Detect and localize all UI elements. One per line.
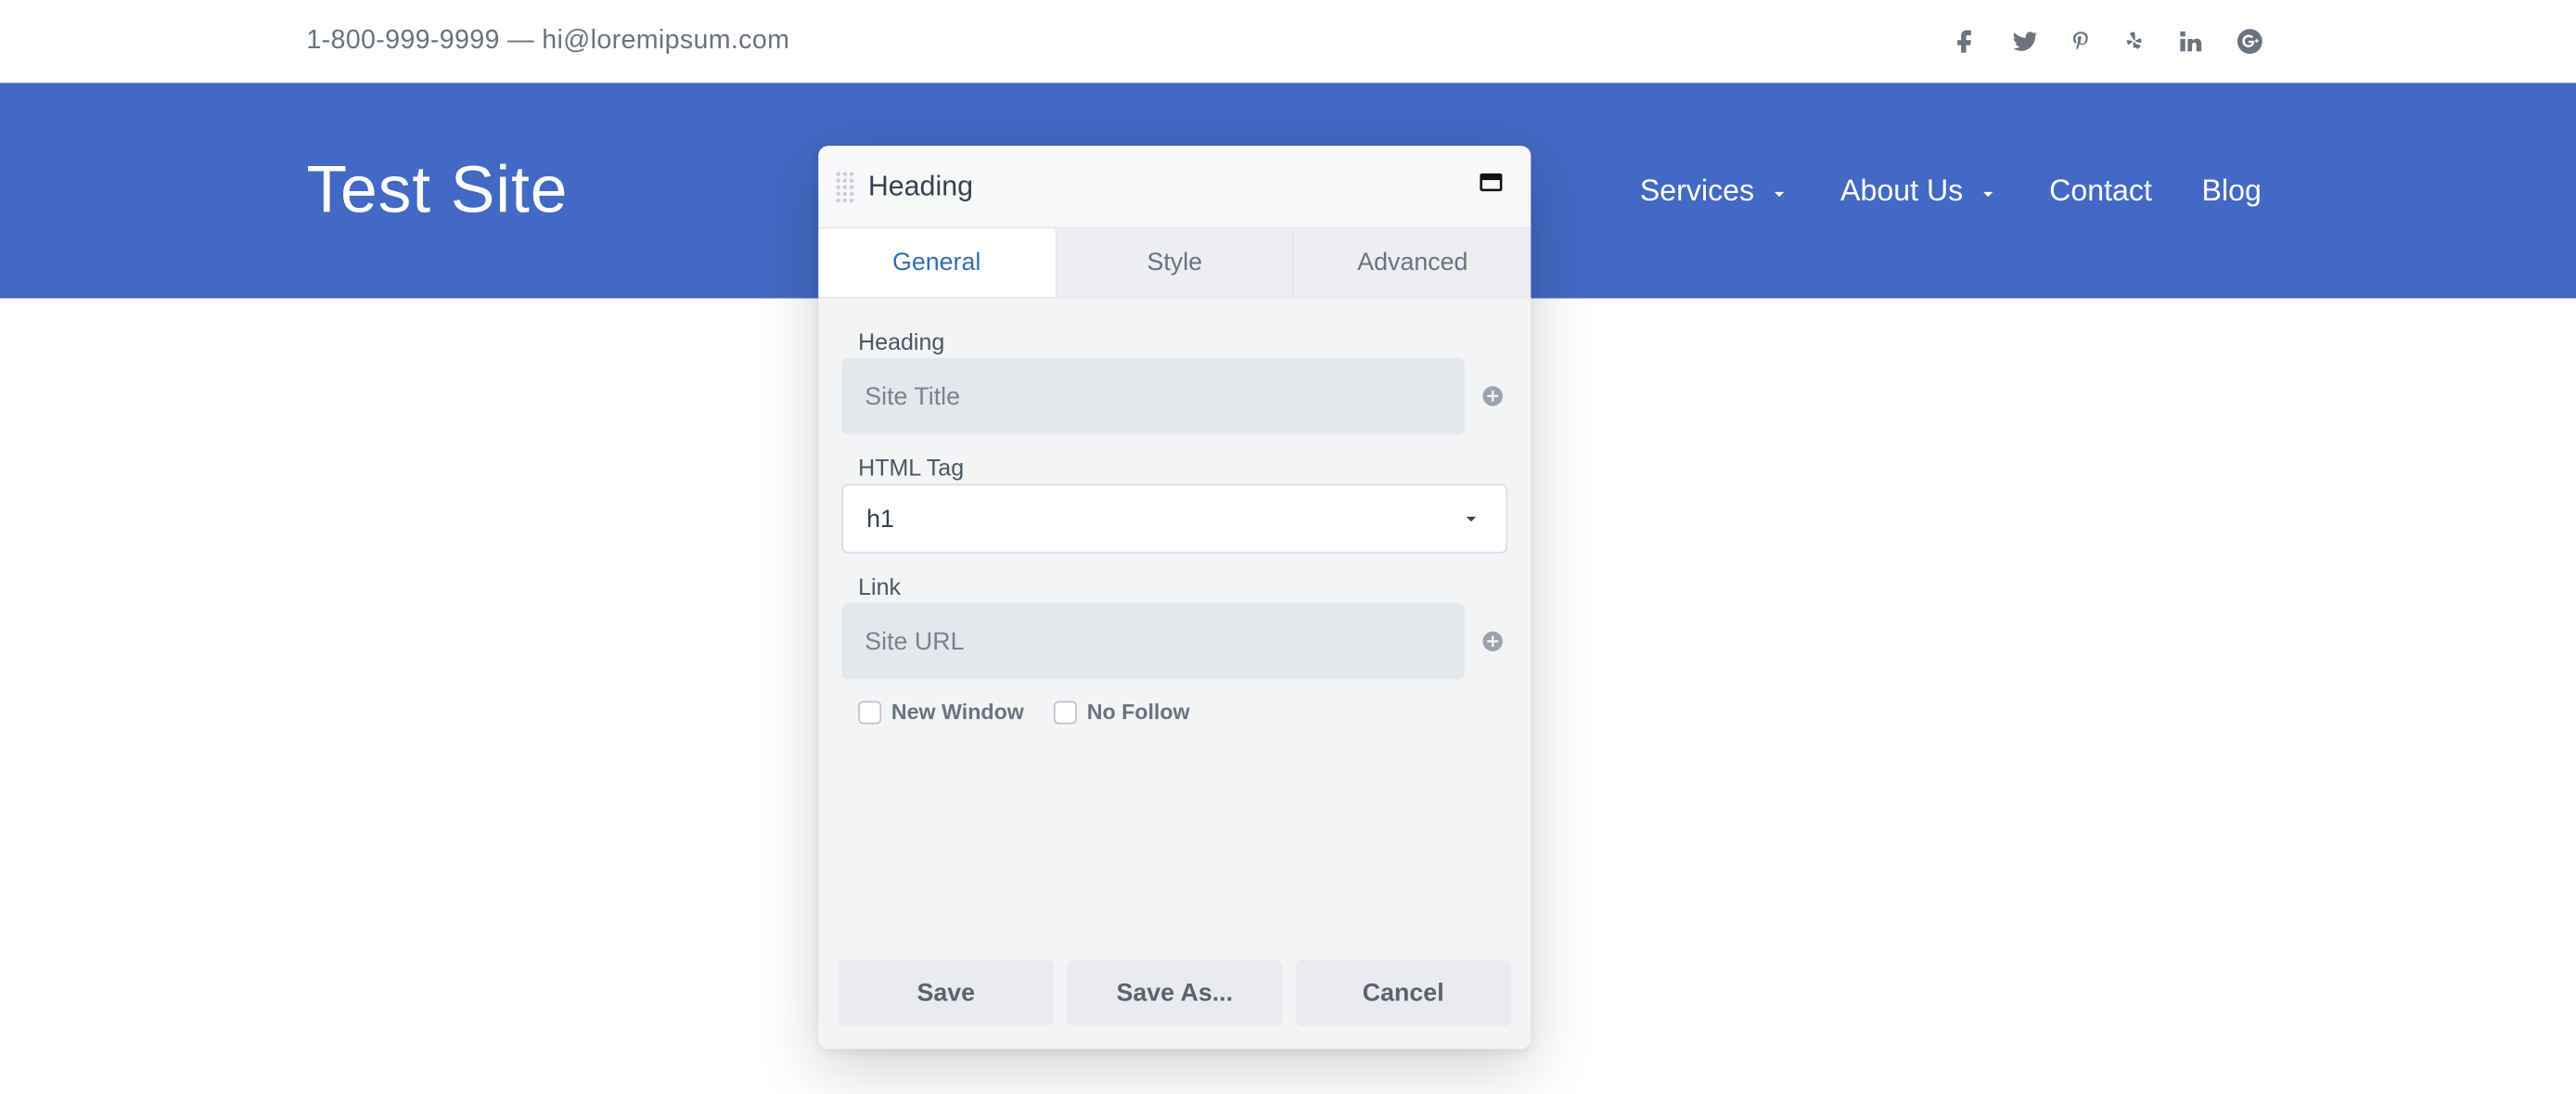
no-follow-checkbox[interactable]: No Follow [1054, 700, 1190, 725]
social-links [1950, 27, 2264, 57]
panel-footer: Save Save As... Cancel [818, 943, 1531, 1049]
topbar: 1-800-999-9999 — hi@loremipsum.com [0, 0, 2576, 83]
responsive-toggle-icon[interactable] [1478, 169, 1505, 204]
html-tag-label: HTML Tag [841, 454, 1507, 481]
checkbox-icon [1054, 701, 1077, 724]
nav-label: Services [1640, 174, 1754, 209]
twitter-icon[interactable] [2009, 27, 2039, 57]
link-field-label: Link [841, 573, 1507, 600]
facebook-icon[interactable] [1950, 27, 1980, 57]
panel-tabs: General Style Advanced [818, 228, 1531, 298]
googleplus-icon[interactable] [2235, 27, 2264, 57]
main-nav: Services About Us Contact Blog [1640, 174, 2262, 209]
panel-title: Heading [868, 170, 973, 203]
tab-style[interactable]: Style [1057, 228, 1295, 296]
link-connect-icon[interactable] [1478, 626, 1507, 656]
settings-panel: Heading General Style Advanced Heading [818, 146, 1531, 1049]
nav-services[interactable]: Services [1640, 174, 1791, 209]
pinterest-icon[interactable] [2070, 27, 2093, 57]
chevron-down-icon [1767, 179, 1790, 202]
tab-general[interactable]: General [818, 228, 1057, 296]
html-tag-select[interactable]: h1 [841, 484, 1507, 554]
nav-label: Blog [2202, 174, 2262, 209]
panel-body: Heading HTML Tag h1 Link [818, 298, 1531, 943]
chevron-down-icon [1977, 179, 2000, 202]
panel-header[interactable]: Heading [818, 146, 1531, 228]
linkedin-icon[interactable] [2175, 27, 2205, 57]
new-window-label: New Window [891, 700, 1024, 725]
heading-connect-icon[interactable] [1478, 381, 1507, 411]
topbar-contact: 1-800-999-9999 — hi@loremipsum.com [306, 27, 789, 57]
heading-input[interactable] [841, 358, 1465, 434]
yelp-icon[interactable] [2122, 27, 2146, 57]
nav-label: About Us [1840, 174, 1963, 209]
site-title[interactable]: Test Site [306, 153, 568, 227]
html-tag-value: h1 [866, 505, 894, 533]
nav-contact[interactable]: Contact [2049, 174, 2152, 209]
panel-spacer [841, 744, 1507, 926]
save-as-button[interactable]: Save As... [1067, 959, 1282, 1025]
nav-about[interactable]: About Us [1840, 174, 2000, 209]
no-follow-label: No Follow [1087, 700, 1190, 725]
chevron-down-icon [1459, 508, 1482, 531]
heading-field-label: Heading [841, 328, 1507, 355]
checkbox-icon [858, 701, 881, 724]
link-input[interactable] [841, 603, 1465, 679]
cancel-button[interactable]: Cancel [1296, 959, 1511, 1025]
nav-label: Contact [2049, 174, 2152, 209]
save-button[interactable]: Save [839, 959, 1054, 1025]
drag-handle-icon[interactable] [835, 170, 854, 203]
tab-advanced[interactable]: Advanced [1294, 228, 1531, 296]
new-window-checkbox[interactable]: New Window [858, 700, 1024, 725]
nav-blog[interactable]: Blog [2202, 174, 2262, 209]
